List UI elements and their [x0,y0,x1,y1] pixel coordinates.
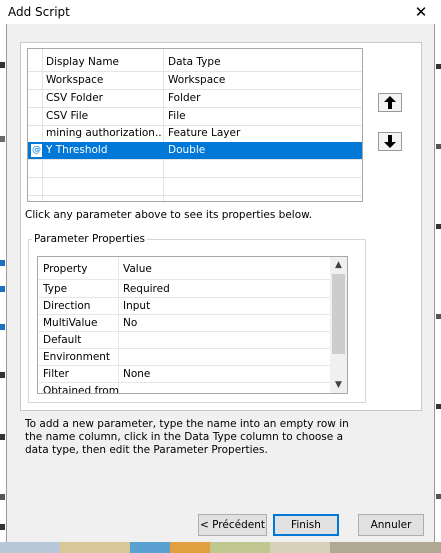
property-row-multivalue[interactable]: MultiValue No [38,314,330,332]
grid-row-workspace[interactable]: Workspace Workspace [28,72,362,90]
property-name: Direction [43,300,91,312]
property-value[interactable]: Required [123,283,170,295]
grid-header-row: Display Name Data Type [28,49,362,72]
data-type-cell[interactable]: Double [168,144,205,156]
column-header-data-type[interactable]: Data Type [168,56,221,68]
column-header-property: Property [43,263,88,275]
property-header-row: Property Value [38,257,330,280]
scroll-thumb[interactable] [332,274,345,354]
scroll-up-icon[interactable]: ▲ [330,257,347,273]
data-type-cell[interactable]: Feature Layer [168,127,240,139]
property-name: Obtained from [43,385,119,394]
parameter-properties-label: Parameter Properties [32,233,148,245]
move-up-button[interactable] [378,93,402,112]
arrow-up-icon [384,96,396,109]
grid-row-csv-folder[interactable]: CSV Folder Folder [28,90,362,108]
property-name: Type [43,283,68,295]
display-name-cell[interactable]: mining authorization... [46,127,161,139]
background-window-left-edge [0,24,7,553]
property-value[interactable]: Input [123,300,150,312]
property-row-obtained-from[interactable]: Obtained from [38,382,330,394]
column-header-value: Value [123,263,152,275]
property-row-type[interactable]: Type Required [38,280,330,298]
property-row-environment[interactable]: Environment [38,348,330,366]
title-bar[interactable]: Add Script ✕ [0,0,441,24]
grid-row-empty[interactable] [28,160,362,178]
property-row-direction[interactable]: Direction Input [38,297,330,315]
display-name-cell[interactable]: Workspace [46,74,161,86]
help-text: To add a new parameter, type the name in… [25,418,349,456]
property-name: Environment [43,351,111,363]
arrow-down-icon [384,135,396,148]
previous-button[interactable]: < Précédent [198,514,267,536]
grid-row-empty[interactable] [28,178,362,196]
move-down-button[interactable] [378,132,402,151]
background-map-strip [0,542,441,553]
cancel-button[interactable]: Annuler [358,514,424,536]
data-type-cell[interactable]: Folder [168,92,200,104]
hint-text: Click any parameter above to see its pro… [25,209,313,221]
property-grid[interactable]: Property Value Type Required Direction I… [37,256,348,394]
property-value[interactable]: None [123,368,150,380]
data-type-cell[interactable]: Workspace [168,74,225,86]
display-name-cell[interactable]: Y Threshold [46,144,161,156]
window-title: Add Script [8,5,70,19]
property-name: Filter [43,368,70,380]
column-header-display-name[interactable]: Display Name [46,56,161,68]
grid-row-mining-authorization[interactable]: mining authorization... Feature Layer [28,125,362,143]
property-row-default[interactable]: Default [38,331,330,349]
property-scrollbar[interactable]: ▲ ▼ [330,257,347,393]
property-name: Default [43,334,82,346]
finish-button[interactable]: Finish [273,514,339,536]
grid-row-y-threshold[interactable]: @ Y Threshold Double [28,142,362,160]
display-name-cell[interactable]: CSV File [46,110,161,122]
grid-row-csv-file[interactable]: CSV File File [28,108,362,126]
close-button[interactable]: ✕ [410,1,432,23]
parameter-grid[interactable]: Display Name Data Type Workspace Workspa… [27,48,363,202]
close-icon: ✕ [414,3,428,21]
property-name: MultiValue [43,317,98,329]
data-type-cell[interactable]: File [168,110,186,122]
background-window-right-edge [434,24,441,553]
property-row-filter[interactable]: Filter None [38,365,330,383]
property-value[interactable]: No [123,317,137,329]
scroll-down-icon[interactable]: ▼ [330,377,347,393]
display-name-cell[interactable]: CSV Folder [46,92,161,104]
row-selector-icon: @ [31,144,42,157]
